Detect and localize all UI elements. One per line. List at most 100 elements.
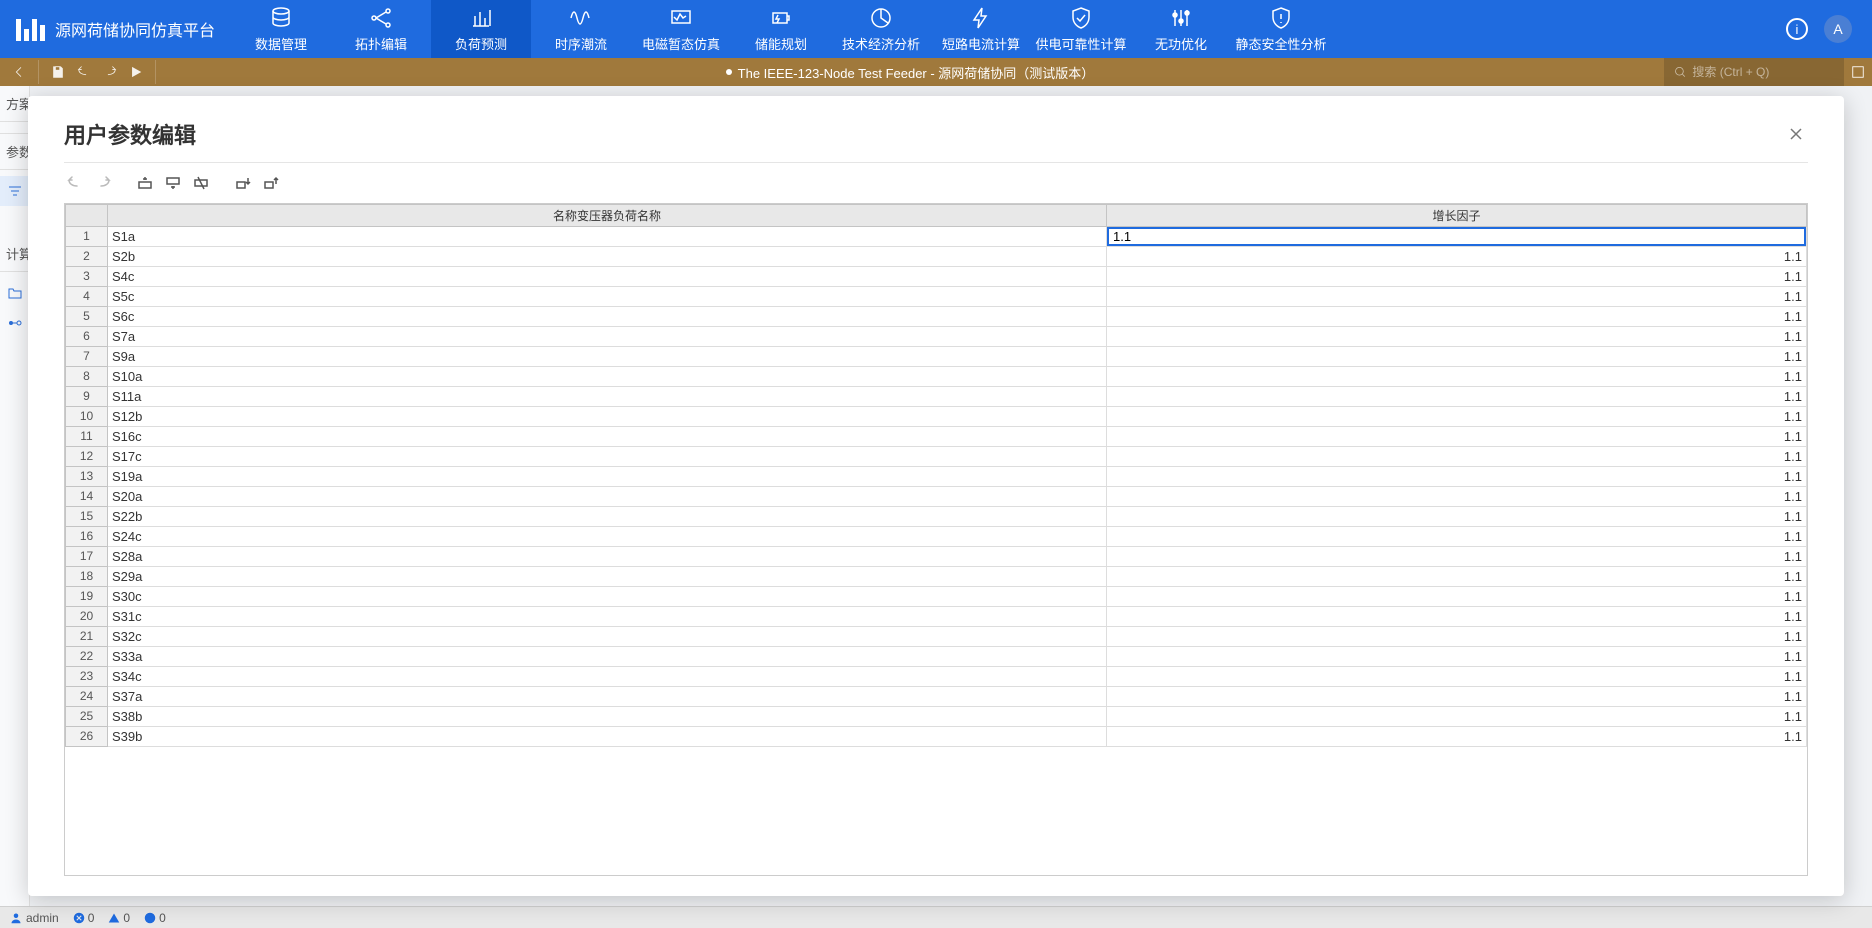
fullscreen-button[interactable] — [1844, 65, 1872, 79]
cell-factor[interactable]: 1.1 — [1107, 427, 1807, 447]
row-number[interactable]: 21 — [66, 627, 108, 647]
table-row[interactable]: 2S2b1.1 — [66, 247, 1807, 267]
cell-factor[interactable]: 1.1 — [1107, 287, 1807, 307]
table-row[interactable]: 15S22b1.1 — [66, 507, 1807, 527]
row-number[interactable]: 26 — [66, 727, 108, 747]
cell-name[interactable]: S4c — [108, 267, 1107, 287]
row-number[interactable]: 1 — [66, 227, 108, 247]
table-row[interactable]: 20S31c1.1 — [66, 607, 1807, 627]
cell-name[interactable]: S11a — [108, 387, 1107, 407]
cell-name[interactable]: S39b — [108, 727, 1107, 747]
cell-factor[interactable]: 1.1 — [1107, 487, 1807, 507]
toolbar-import[interactable] — [232, 173, 254, 193]
cell-factor[interactable]: 1.1 — [1107, 647, 1807, 667]
col-header-rownum[interactable] — [66, 205, 108, 227]
cell-name[interactable]: S1a — [108, 227, 1107, 247]
nav-item-10[interactable]: 静态安全性分析 — [1231, 0, 1331, 58]
toolbar-insert-row-above[interactable] — [134, 173, 156, 193]
nav-item-2[interactable]: 负荷预测 — [431, 0, 531, 58]
cell-factor-input[interactable] — [1107, 227, 1806, 246]
nav-item-5[interactable]: 储能规划 — [731, 0, 831, 58]
row-number[interactable]: 18 — [66, 567, 108, 587]
table-row[interactable]: 10S12b1.1 — [66, 407, 1807, 427]
table-row[interactable]: 16S24c1.1 — [66, 527, 1807, 547]
row-number[interactable]: 10 — [66, 407, 108, 427]
row-number[interactable]: 17 — [66, 547, 108, 567]
table-row[interactable]: 19S30c1.1 — [66, 587, 1807, 607]
col-header-name[interactable]: 名称变压器负荷名称 — [108, 205, 1107, 227]
row-number[interactable]: 20 — [66, 607, 108, 627]
cell-name[interactable]: S2b — [108, 247, 1107, 267]
table-row[interactable]: 1S1a — [66, 227, 1807, 247]
table-row[interactable]: 23S34c1.1 — [66, 667, 1807, 687]
status-user[interactable]: admin — [10, 911, 59, 925]
row-number[interactable]: 7 — [66, 347, 108, 367]
row-number[interactable]: 16 — [66, 527, 108, 547]
row-number[interactable]: 13 — [66, 467, 108, 487]
row-number[interactable]: 12 — [66, 447, 108, 467]
info-button[interactable]: i — [1786, 18, 1808, 40]
cell-factor[interactable]: 1.1 — [1107, 247, 1807, 267]
table-row[interactable]: 3S4c1.1 — [66, 267, 1807, 287]
nav-item-4[interactable]: 电磁暂态仿真 — [631, 0, 731, 58]
cell-factor[interactable]: 1.1 — [1107, 667, 1807, 687]
nav-item-1[interactable]: 拓扑编辑 — [331, 0, 431, 58]
table-row[interactable]: 6S7a1.1 — [66, 327, 1807, 347]
row-number[interactable]: 19 — [66, 587, 108, 607]
table-row[interactable]: 12S17c1.1 — [66, 447, 1807, 467]
row-number[interactable]: 22 — [66, 647, 108, 667]
cell-name[interactable]: S20a — [108, 487, 1107, 507]
table-row[interactable]: 13S19a1.1 — [66, 467, 1807, 487]
nav-item-7[interactable]: 短路电流计算 — [931, 0, 1031, 58]
cell-factor[interactable]: 1.1 — [1107, 447, 1807, 467]
nav-item-8[interactable]: 供电可靠性计算 — [1031, 0, 1131, 58]
table-row[interactable]: 14S20a1.1 — [66, 487, 1807, 507]
cell-factor[interactable]: 1.1 — [1107, 367, 1807, 387]
row-number[interactable]: 24 — [66, 687, 108, 707]
cell-factor[interactable]: 1.1 — [1107, 507, 1807, 527]
cell-name[interactable]: S12b — [108, 407, 1107, 427]
table-row[interactable]: 5S6c1.1 — [66, 307, 1807, 327]
avatar[interactable]: A — [1824, 15, 1852, 43]
toolbar-export[interactable] — [260, 173, 282, 193]
row-number[interactable]: 5 — [66, 307, 108, 327]
side-btn-folder[interactable] — [0, 278, 29, 308]
toolbar-undo[interactable] — [64, 173, 86, 193]
table-row[interactable]: 8S10a1.1 — [66, 367, 1807, 387]
cell-factor[interactable]: 1.1 — [1107, 327, 1807, 347]
table-row[interactable]: 9S11a1.1 — [66, 387, 1807, 407]
cell-name[interactable]: S32c — [108, 627, 1107, 647]
cell-factor[interactable]: 1.1 — [1107, 707, 1807, 727]
table-row[interactable]: 25S38b1.1 — [66, 707, 1807, 727]
search-input[interactable] — [1692, 65, 1834, 79]
play-button[interactable] — [123, 60, 149, 84]
cell-factor[interactable]: 1.1 — [1107, 547, 1807, 567]
cell-name[interactable]: S9a — [108, 347, 1107, 367]
cell-factor[interactable]: 1.1 — [1107, 567, 1807, 587]
row-number[interactable]: 11 — [66, 427, 108, 447]
row-number[interactable]: 2 — [66, 247, 108, 267]
cell-factor[interactable]: 1.1 — [1107, 727, 1807, 747]
cell-name[interactable]: S19a — [108, 467, 1107, 487]
back-button[interactable] — [6, 60, 32, 84]
table-row[interactable]: 26S39b1.1 — [66, 727, 1807, 747]
cell-factor[interactable]: 1.1 — [1107, 627, 1807, 647]
nav-item-0[interactable]: 数据管理 — [231, 0, 331, 58]
cell-name[interactable]: S33a — [108, 647, 1107, 667]
search-box[interactable] — [1664, 58, 1844, 86]
cell-factor[interactable]: 1.1 — [1107, 307, 1807, 327]
cell-factor[interactable]: 1.1 — [1107, 607, 1807, 627]
cell-name[interactable]: S28a — [108, 547, 1107, 567]
toolbar-redo[interactable] — [92, 173, 114, 193]
cell-name[interactable]: S22b — [108, 507, 1107, 527]
cell-factor[interactable]: 1.1 — [1107, 387, 1807, 407]
col-header-factor[interactable]: 增长因子 — [1107, 205, 1807, 227]
nav-item-9[interactable]: 无功优化 — [1131, 0, 1231, 58]
cell-name[interactable]: S16c — [108, 427, 1107, 447]
row-number[interactable]: 14 — [66, 487, 108, 507]
cell-factor[interactable]: 1.1 — [1107, 687, 1807, 707]
cell-name[interactable]: S29a — [108, 567, 1107, 587]
table-row[interactable]: 17S28a1.1 — [66, 547, 1807, 567]
table-row[interactable]: 22S33a1.1 — [66, 647, 1807, 667]
nav-item-6[interactable]: 技术经济分析 — [831, 0, 931, 58]
